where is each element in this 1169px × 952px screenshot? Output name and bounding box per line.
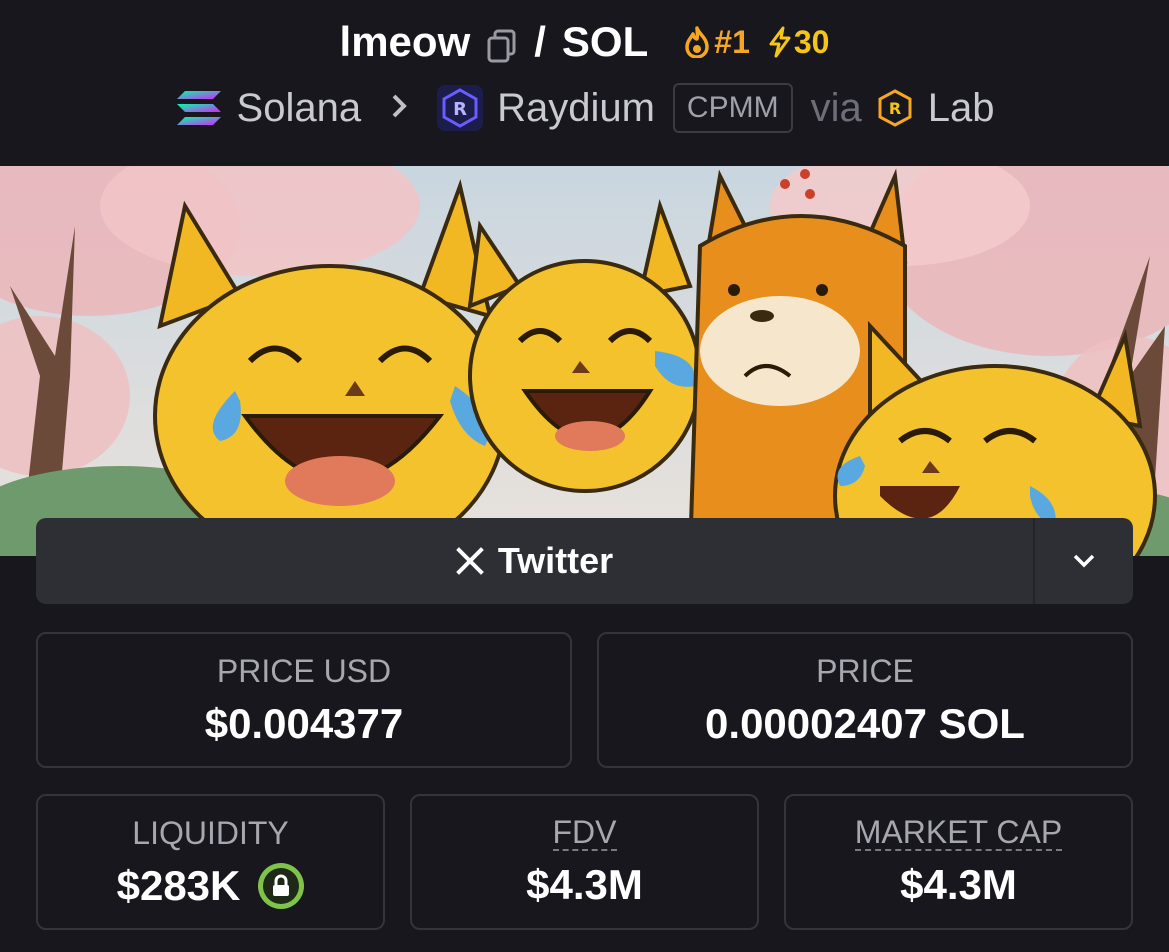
- boost-badge[interactable]: 30: [768, 23, 830, 61]
- trending-rank-badge[interactable]: #1: [682, 24, 750, 61]
- fdv-card: FDV $4.3M: [410, 794, 759, 930]
- price-usd-value: $0.004377: [204, 699, 404, 747]
- market-cap-value: $4.3M: [900, 861, 1017, 908]
- twitter-link-bar: Twitter: [36, 518, 1133, 604]
- twitter-button[interactable]: Twitter: [36, 518, 1033, 604]
- dex-name[interactable]: Raydium: [497, 86, 655, 131]
- pair-title-row: lmeow / SOL #1 30: [0, 14, 1169, 70]
- quote-symbol: SOL: [561, 18, 649, 65]
- launchpad-name[interactable]: Lab: [928, 86, 995, 131]
- price-native-card: PRICE 0.00002407 SOL: [597, 632, 1133, 768]
- solana-icon: [176, 91, 221, 125]
- token-banner-image: [0, 166, 1169, 556]
- raydium-icon: R: [437, 85, 484, 131]
- liquidity-value-row: $283K: [117, 862, 305, 910]
- chevron-down-icon: [1073, 554, 1095, 568]
- chain-name[interactable]: Solana: [237, 86, 362, 131]
- lightning-icon: [769, 26, 791, 58]
- lab-icon: R: [878, 89, 912, 127]
- liquidity-label: LIQUIDITY: [132, 814, 289, 851]
- lock-icon: [263, 867, 300, 904]
- price-native-value: 0.00002407 SOL: [705, 699, 1025, 747]
- svg-text:R: R: [889, 99, 901, 118]
- x-logo-icon: [455, 547, 484, 575]
- pair-source-row: Solana R Raydium CPMM via R Lab: [0, 80, 1169, 136]
- token-symbol: lmeow: [339, 18, 471, 65]
- chevron-right-icon: [389, 89, 409, 128]
- pair-separator: /: [534, 18, 546, 65]
- pool-type-badge: CPMM: [672, 83, 793, 133]
- fdv-label[interactable]: FDV: [552, 815, 617, 851]
- boost-count: 30: [793, 23, 830, 60]
- pair-header: lmeow / SOL #1 30 Solana R Raydium CPMM …: [0, 0, 1169, 166]
- liquidity-lock-button[interactable]: [258, 862, 305, 909]
- price-native-label: PRICE: [816, 652, 914, 689]
- liquidity-value: $283K: [116, 861, 241, 909]
- via-label: via: [810, 85, 862, 130]
- fdv-value: $4.3M: [526, 861, 643, 908]
- market-cap-label[interactable]: MARKET CAP: [854, 815, 1063, 851]
- trending-rank: #1: [714, 23, 750, 60]
- svg-text:R: R: [453, 99, 467, 120]
- price-usd-card: PRICE USD $0.004377: [36, 632, 572, 768]
- liquidity-card: LIQUIDITY $283K: [36, 794, 385, 930]
- socials-dropdown-button[interactable]: [1033, 518, 1133, 604]
- price-usd-label: PRICE USD: [216, 652, 392, 689]
- market-cap-card: MARKET CAP $4.3M: [784, 794, 1133, 930]
- fire-icon: [685, 26, 710, 58]
- copy-icon[interactable]: [486, 25, 518, 63]
- twitter-button-label: Twitter: [497, 540, 614, 581]
